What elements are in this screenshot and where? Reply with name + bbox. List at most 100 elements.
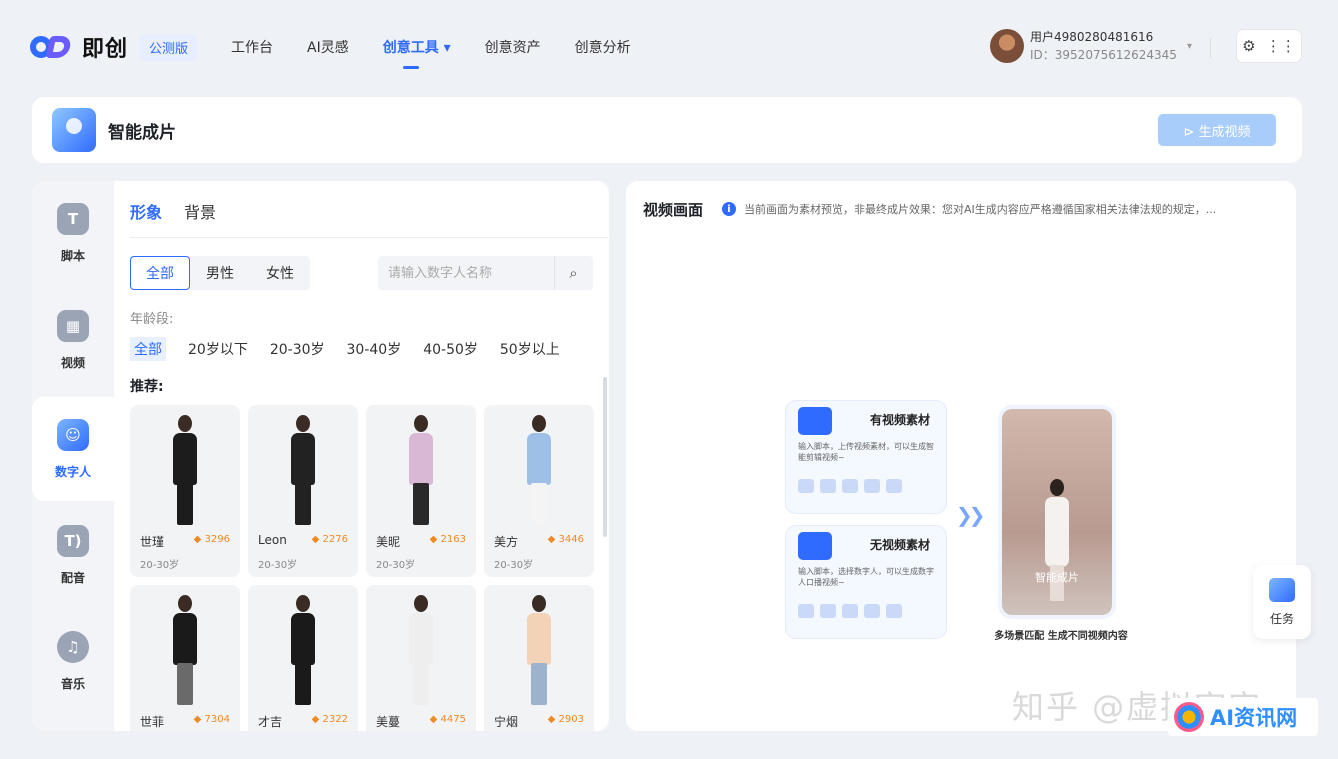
side-nav: T 脚本 ▦ 视频 ☺ 数字人 T) 配音 ♫ 音乐 xyxy=(32,181,114,731)
step-icons xyxy=(798,479,902,493)
scrollbar[interactable] xyxy=(603,377,607,537)
page-title: 智能成片 xyxy=(108,122,176,143)
avatar-name: Leon xyxy=(258,533,287,547)
popularity-count: ◆ 2322 xyxy=(311,714,348,725)
nav-workbench[interactable]: 工作台 xyxy=(231,31,273,63)
avatar[interactable] xyxy=(990,29,1024,63)
avatar-age: 20-30岁 xyxy=(258,560,298,571)
popularity-count: ◆ 3446 xyxy=(547,534,584,545)
avatar-card[interactable]: 世瑾 ◆ 3296 20-30岁 xyxy=(130,405,240,577)
video-missing-icon xyxy=(798,532,832,560)
logo-text: 即创 xyxy=(82,37,129,62)
panel-tabs: 形象 背景 xyxy=(130,199,216,223)
nav-creative-tools[interactable]: 创意工具 ▾ xyxy=(383,31,451,69)
illustration-caption: 多场景匹配 生成不同视频内容 xyxy=(994,631,1128,642)
with-material-desc: 输入脚本，上传视频素材，可以生成智能剪辑视频~ xyxy=(798,442,934,462)
with-material-card: 有视频素材 输入脚本，上传视频素材，可以生成智能剪辑视频~ xyxy=(786,401,946,513)
sidenav-script[interactable]: T 脚本 xyxy=(32,181,114,285)
avatar-figure xyxy=(524,595,554,707)
sidenav-digital-human[interactable]: ☺ 数字人 xyxy=(32,397,114,501)
avatar-name: 美蔓 xyxy=(376,715,401,729)
sidenav-label: 视频 xyxy=(60,355,85,370)
age-20-30[interactable]: 20-30岁 xyxy=(270,337,325,361)
avatar-name: 世菲 xyxy=(140,715,165,729)
sidenav-dubbing[interactable]: T) 配音 xyxy=(32,503,114,607)
gender-all[interactable]: 全部 xyxy=(130,256,190,290)
presenter-figure xyxy=(1043,479,1071,605)
avatar-card[interactable]: 美昵 ◆ 2163 20-30岁 xyxy=(366,405,476,577)
top-nav-bar: 即创 公测版 工作台 AI灵感 创意工具 ▾ 创意资产 创意分析 用户49802… xyxy=(14,14,1324,80)
nav-creative-analysis[interactable]: 创意分析 xyxy=(575,31,631,63)
without-material-card: 无视频素材 输入脚本，选择数字人，可以生成数字人口播视频~ xyxy=(786,526,946,638)
avatar-card[interactable]: 世菲 ◆ 7304 xyxy=(130,585,240,731)
age-all[interactable]: 全部 xyxy=(130,337,166,361)
avatar-age: 20-30岁 xyxy=(376,560,416,571)
settings-icon[interactable]: ⚙ xyxy=(1242,37,1255,55)
video-icon: ▦ xyxy=(57,309,89,342)
logo-icon xyxy=(30,34,76,60)
header-tools: ⚙ ⋮⋮ xyxy=(1236,29,1302,63)
sidenav-label: 数字人 xyxy=(54,464,91,479)
gender-male[interactable]: 男性 xyxy=(190,256,250,290)
avatar-figure xyxy=(406,415,436,527)
age-30-40[interactable]: 30-40岁 xyxy=(347,337,402,361)
nav-creative-assets[interactable]: 创意资产 xyxy=(485,31,541,63)
popularity-count: ◆ 3296 xyxy=(193,534,230,545)
script-icon: T xyxy=(57,202,89,235)
age-40-50[interactable]: 40-50岁 xyxy=(423,337,478,361)
nav-ai-inspiration[interactable]: AI灵感 xyxy=(307,31,349,63)
page-header: 智能成片 ⊳ 生成视频 xyxy=(32,97,1302,163)
age-under-20[interactable]: 20岁以下 xyxy=(188,337,248,361)
without-material-desc: 输入脚本，选择数字人，可以生成数字人口播视频~ xyxy=(798,567,934,587)
step-icons xyxy=(798,604,902,618)
user-id: ID：3952075612624345 xyxy=(1030,48,1177,62)
avatar-figure xyxy=(170,595,200,707)
task-button[interactable]: 任务 xyxy=(1253,565,1311,639)
popularity-count: ◆ 2163 xyxy=(429,534,466,545)
sidenav-label: 脚本 xyxy=(60,248,85,263)
tab-avatar[interactable]: 形象 xyxy=(130,199,162,223)
digital-human-icon: ☺ xyxy=(57,418,89,451)
avatar-figure xyxy=(288,595,318,707)
avatar-card[interactable]: 美方 ◆ 3446 20-30岁 xyxy=(484,405,594,577)
avatar-name: 才吉 xyxy=(258,715,283,729)
age-over-50[interactable]: 50岁以上 xyxy=(500,337,560,361)
avatar-name: 宁烟 xyxy=(494,715,519,729)
search-box: ⌕ xyxy=(378,256,593,290)
gender-female[interactable]: 女性 xyxy=(250,256,310,290)
search-input[interactable] xyxy=(378,256,554,290)
sidenav-music[interactable]: ♫ 音乐 xyxy=(32,609,114,713)
apps-grid-icon[interactable]: ⋮⋮ xyxy=(1266,37,1296,55)
tab-background[interactable]: 背景 xyxy=(184,199,216,223)
avatar-card[interactable]: 美蔓 ◆ 4475 xyxy=(366,585,476,731)
avatar-figure xyxy=(170,415,200,527)
avatar-card[interactable]: Leon ◆ 2276 20-30岁 xyxy=(248,405,358,577)
task-label: 任务 xyxy=(1269,611,1294,626)
chevron-down-icon[interactable]: ▾ xyxy=(1187,41,1192,52)
popularity-count: ◆ 7304 xyxy=(193,714,230,725)
preview-notice: 当前画面为素材预览，非最终成片效果：您对AI生成内容应严格遵循国家相关法律法规的… xyxy=(744,203,1217,216)
phone-label: 智能成片 xyxy=(1035,571,1079,584)
divider xyxy=(1210,38,1211,58)
divider xyxy=(130,237,609,238)
avatar-name: 美昵 xyxy=(376,535,401,549)
video-upload-icon xyxy=(798,407,832,435)
sidenav-video[interactable]: ▦ 视频 xyxy=(32,288,114,392)
avatar-figure xyxy=(524,415,554,527)
phone-preview: 智能成片 xyxy=(1002,409,1112,615)
user-menu[interactable]: 用户4980280481616 ID：3952075612624345 ▾ xyxy=(990,28,1192,64)
video-preview-panel: 视频画面 i 当前画面为素材预览，非最终成片效果：您对AI生成内容应严格遵循国家… xyxy=(626,181,1296,731)
watermark-badge-text: AI资讯网 xyxy=(1210,706,1298,730)
app-logo[interactable]: 即创 xyxy=(30,31,128,63)
smart-video-icon xyxy=(52,108,96,152)
generate-video-button[interactable]: ⊳ 生成视频 xyxy=(1158,114,1276,146)
popularity-count: ◆ 4475 xyxy=(429,714,466,725)
avatar-card[interactable]: 宁烟 ◆ 2903 xyxy=(484,585,594,731)
info-icon: i xyxy=(722,202,736,216)
avatar-age: 20-30岁 xyxy=(140,560,180,571)
avatar-name: 世瑾 xyxy=(140,535,165,549)
search-icon[interactable]: ⌕ xyxy=(554,256,592,290)
preview-title: 视频画面 xyxy=(643,201,704,219)
avatar-card[interactable]: 才吉 ◆ 2322 xyxy=(248,585,358,731)
avatar-figure xyxy=(288,415,318,527)
